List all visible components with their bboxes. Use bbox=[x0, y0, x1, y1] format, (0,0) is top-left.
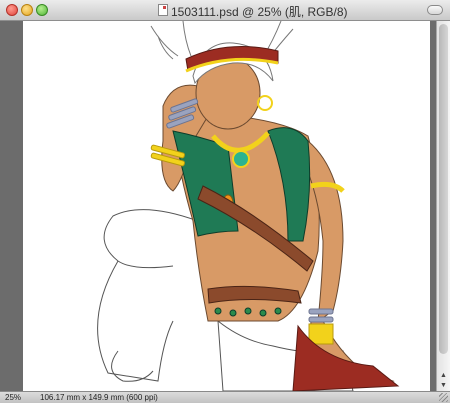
vertical-scrollbar[interactable]: ▲ ▼ bbox=[436, 21, 450, 391]
document-canvas[interactable] bbox=[23, 21, 430, 391]
scroll-down-arrow-icon[interactable]: ▼ bbox=[438, 380, 449, 391]
status-bar: 25% 106.17 mm x 149.9 mm (600 ppi) bbox=[0, 391, 450, 403]
scrollbar-thumb[interactable] bbox=[439, 24, 448, 354]
psd-document-icon bbox=[158, 4, 168, 16]
toolbar-toggle-button[interactable] bbox=[427, 5, 443, 15]
resize-grip-icon[interactable] bbox=[439, 393, 448, 402]
window-title: 1503111.psd @ 25% (肌, RGB/8) bbox=[171, 5, 348, 19]
document-workspace[interactable] bbox=[0, 21, 436, 391]
title-bar[interactable]: 1503111.psd @ 25% (肌, RGB/8) bbox=[0, 0, 450, 21]
photoshop-document-window: 1503111.psd @ 25% (肌, RGB/8) ▲ ▼ 25% 106… bbox=[0, 0, 450, 403]
minimize-window-button[interactable] bbox=[21, 4, 33, 16]
close-window-button[interactable] bbox=[6, 4, 18, 16]
document-size-info[interactable]: 106.17 mm x 149.9 mm (600 ppi) bbox=[40, 393, 158, 402]
zoom-level[interactable]: 25% bbox=[5, 393, 21, 402]
zoom-window-button[interactable] bbox=[36, 4, 48, 16]
character-illustration bbox=[97, 21, 400, 391]
